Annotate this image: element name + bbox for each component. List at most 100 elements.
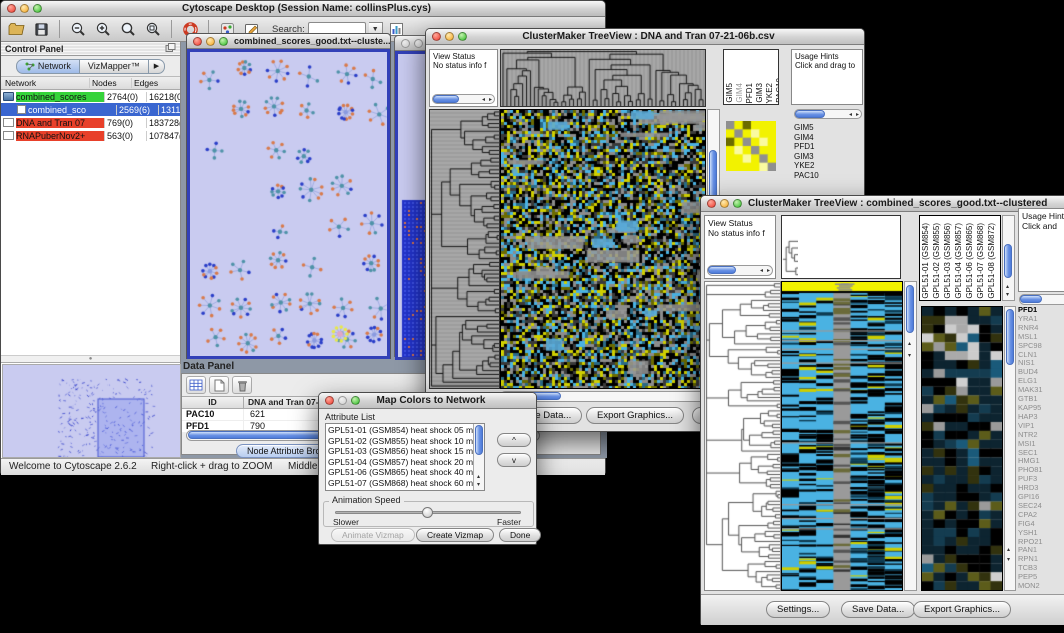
move-down-button[interactable]: v <box>497 453 531 467</box>
zoom-fit-button[interactable] <box>142 19 164 39</box>
tv1-export-graphics-button[interactable]: Export Graphics... <box>586 407 684 424</box>
scroll-left-icon[interactable]: ◂ <box>849 111 852 119</box>
tv1-labels-hscrollbar[interactable]: ◂ ▸ <box>794 109 862 119</box>
column-label[interactable]: GPL51-06 (GSM865) <box>965 223 974 299</box>
network-overview-canvas[interactable] <box>2 364 181 458</box>
gene-label[interactable]: MON2 <box>1018 582 1064 591</box>
zoom-button[interactable] <box>458 32 467 41</box>
tv2-export-graphics-button[interactable]: Export Graphics... <box>913 601 1011 618</box>
column-label[interactable]: YKE2 <box>765 83 774 103</box>
scroll-right-icon[interactable]: ▸ <box>767 267 770 275</box>
column-label[interactable]: GIM5 <box>725 83 734 103</box>
gene-label[interactable]: GIM3 <box>794 152 862 162</box>
tv1-status-hscrollbar[interactable]: ◂ ▸ <box>432 94 495 104</box>
tv2-usage-hscrollbar[interactable] <box>1019 294 1064 305</box>
move-up-button[interactable]: ^ <box>497 433 531 447</box>
scroll-right-icon[interactable]: ▸ <box>856 111 859 119</box>
close-button[interactable] <box>193 37 202 46</box>
scroll-down-icon[interactable]: ▾ <box>1007 556 1010 564</box>
animation-speed-slider[interactable] <box>335 511 521 514</box>
minimize-button[interactable] <box>20 4 29 13</box>
gene-label[interactable]: PAC10 <box>794 171 862 181</box>
minimize-button[interactable] <box>338 396 347 405</box>
tv2-labels-vscrollbar[interactable]: ▴ ▾ <box>1002 215 1015 301</box>
attribute-listbox[interactable]: GPL51-01 (GSM854) heat shock 05 minGPL51… <box>325 423 485 491</box>
open-session-button[interactable] <box>5 19 27 39</box>
tv2-gene-vscrollbar[interactable]: ▴ ▾ <box>1004 306 1016 591</box>
data-col-id[interactable]: ID <box>182 397 244 408</box>
network-canvas[interactable] <box>187 49 390 359</box>
float-panel-icon[interactable] <box>165 43 176 55</box>
network-list-row[interactable]: DNA and Tran 07 769(0) 183728(0) <box>1 116 180 129</box>
minimize-button[interactable] <box>206 37 215 46</box>
tab-vizmapper[interactable]: VizMapper™ <box>80 59 149 74</box>
gene-label[interactable]: PFD1 <box>794 142 862 152</box>
tv2-heatmap[interactable] <box>781 281 903 591</box>
tv1-mini-heatmap[interactable] <box>726 121 776 171</box>
scroll-down-icon[interactable]: ▾ <box>1006 291 1009 299</box>
column-label[interactable]: PAC10 <box>775 78 779 103</box>
zoom-button[interactable] <box>351 396 360 405</box>
tab-network[interactable]: Network <box>16 59 80 74</box>
zoom-out-button[interactable] <box>67 19 89 39</box>
attribute-list-item[interactable]: GPL51-02 (GSM855) heat shock 10 min <box>328 436 482 447</box>
tv2-zoom-heatmap[interactable] <box>921 306 1003 591</box>
tab-more-icon[interactable]: ▶ <box>149 59 165 74</box>
treeview2-titlebar[interactable]: ClusterMaker TreeView : combined_scores_… <box>701 196 1064 212</box>
scroll-up-icon[interactable]: ▴ <box>477 473 480 481</box>
gene-label[interactable]: GIM4 <box>794 133 862 143</box>
scroll-right-icon[interactable]: ▸ <box>489 96 492 104</box>
scroll-up-icon[interactable]: ▴ <box>1006 283 1009 291</box>
attribute-list-item[interactable]: GPL51-06 (GSM865) heat shock 40 min <box>328 467 482 478</box>
tv1-column-dendrogram[interactable] <box>500 49 706 107</box>
close-button[interactable] <box>432 32 441 41</box>
zoom-button[interactable] <box>733 199 742 208</box>
column-label[interactable]: PFD1 <box>745 83 754 103</box>
scroll-up-icon[interactable]: ▴ <box>908 340 911 348</box>
save-session-button[interactable] <box>30 19 52 39</box>
column-label[interactable]: GIM3 <box>755 83 764 103</box>
create-vizmap-button[interactable]: Create Vizmap <box>416 528 494 542</box>
tv2-settings-button[interactable]: Settings... <box>766 601 830 618</box>
attribute-list-item[interactable]: GPL51-01 (GSM854) heat shock 05 min <box>328 425 482 436</box>
column-label[interactable]: GPL51-04 (GSM857) <box>954 223 963 299</box>
tv2-heatmap-vscrollbar[interactable]: ▴ ▾ <box>904 281 917 591</box>
network-list-row[interactable]: combined_scores 2764(0) 16218(0) <box>1 90 180 103</box>
animate-vizmap-button[interactable]: Animate Vizmap <box>331 528 415 542</box>
network-window1-titlebar[interactable]: combined_scores_good.txt--cluste... <box>187 34 390 49</box>
column-label[interactable]: GPL51-07 (GSM868) <box>976 223 985 299</box>
network-list-row[interactable]: RNAPuberNov2+ 563(0) 107847(0) <box>1 129 180 142</box>
new-attribute-icon[interactable] <box>209 376 229 394</box>
slider-thumb[interactable] <box>422 507 433 518</box>
dialog-titlebar[interactable]: Map Colors to Network <box>319 393 536 409</box>
column-label[interactable]: GPL51-01 (GSM854) <box>921 223 930 299</box>
column-label[interactable]: GPL51-08 (GSM872) <box>987 223 996 299</box>
gene-label[interactable]: GIM5 <box>794 123 862 133</box>
minimize-button[interactable] <box>720 199 729 208</box>
scroll-left-icon[interactable]: ◂ <box>760 267 763 275</box>
column-label[interactable]: GIM4 <box>735 83 744 103</box>
zoom-button[interactable] <box>219 37 228 46</box>
treeview1-titlebar[interactable]: ClusterMaker TreeView : DNA and Tran 07-… <box>426 29 864 45</box>
zoom-in-button[interactable] <box>92 19 114 39</box>
tv2-save-data-button[interactable]: Save Data... <box>841 601 915 618</box>
gene-label[interactable]: YKE2 <box>794 161 862 171</box>
delete-attribute-trash-icon[interactable] <box>232 376 252 394</box>
minimize-button[interactable] <box>414 39 423 48</box>
attribute-list-item[interactable]: GPL51-07 (GSM868) heat shock 60 min <box>328 478 482 489</box>
column-label[interactable]: GPL51-02 (GSM855) <box>932 223 941 299</box>
zoom-selected-button[interactable] <box>117 19 139 39</box>
zoom-button[interactable] <box>33 4 42 13</box>
tv1-heatmap[interactable] <box>500 109 706 389</box>
scroll-down-icon[interactable]: ▾ <box>908 352 911 360</box>
attribute-list-item[interactable]: GPL51-03 (GSM856) heat shock 15 min <box>328 446 482 457</box>
close-button[interactable] <box>401 39 410 48</box>
column-label[interactable]: GPL51-03 (GSM856) <box>943 223 952 299</box>
tv2-row-dendrogram[interactable] <box>704 281 781 591</box>
attribute-list-item[interactable]: GPL51-04 (GSM857) heat shock 20 min <box>328 457 482 468</box>
minimize-button[interactable] <box>445 32 454 41</box>
close-button[interactable] <box>325 396 334 405</box>
scroll-up-icon[interactable]: ▴ <box>1007 546 1010 554</box>
attribute-list-vscrollbar[interactable]: ▴ ▾ <box>473 424 484 490</box>
close-button[interactable] <box>707 199 716 208</box>
